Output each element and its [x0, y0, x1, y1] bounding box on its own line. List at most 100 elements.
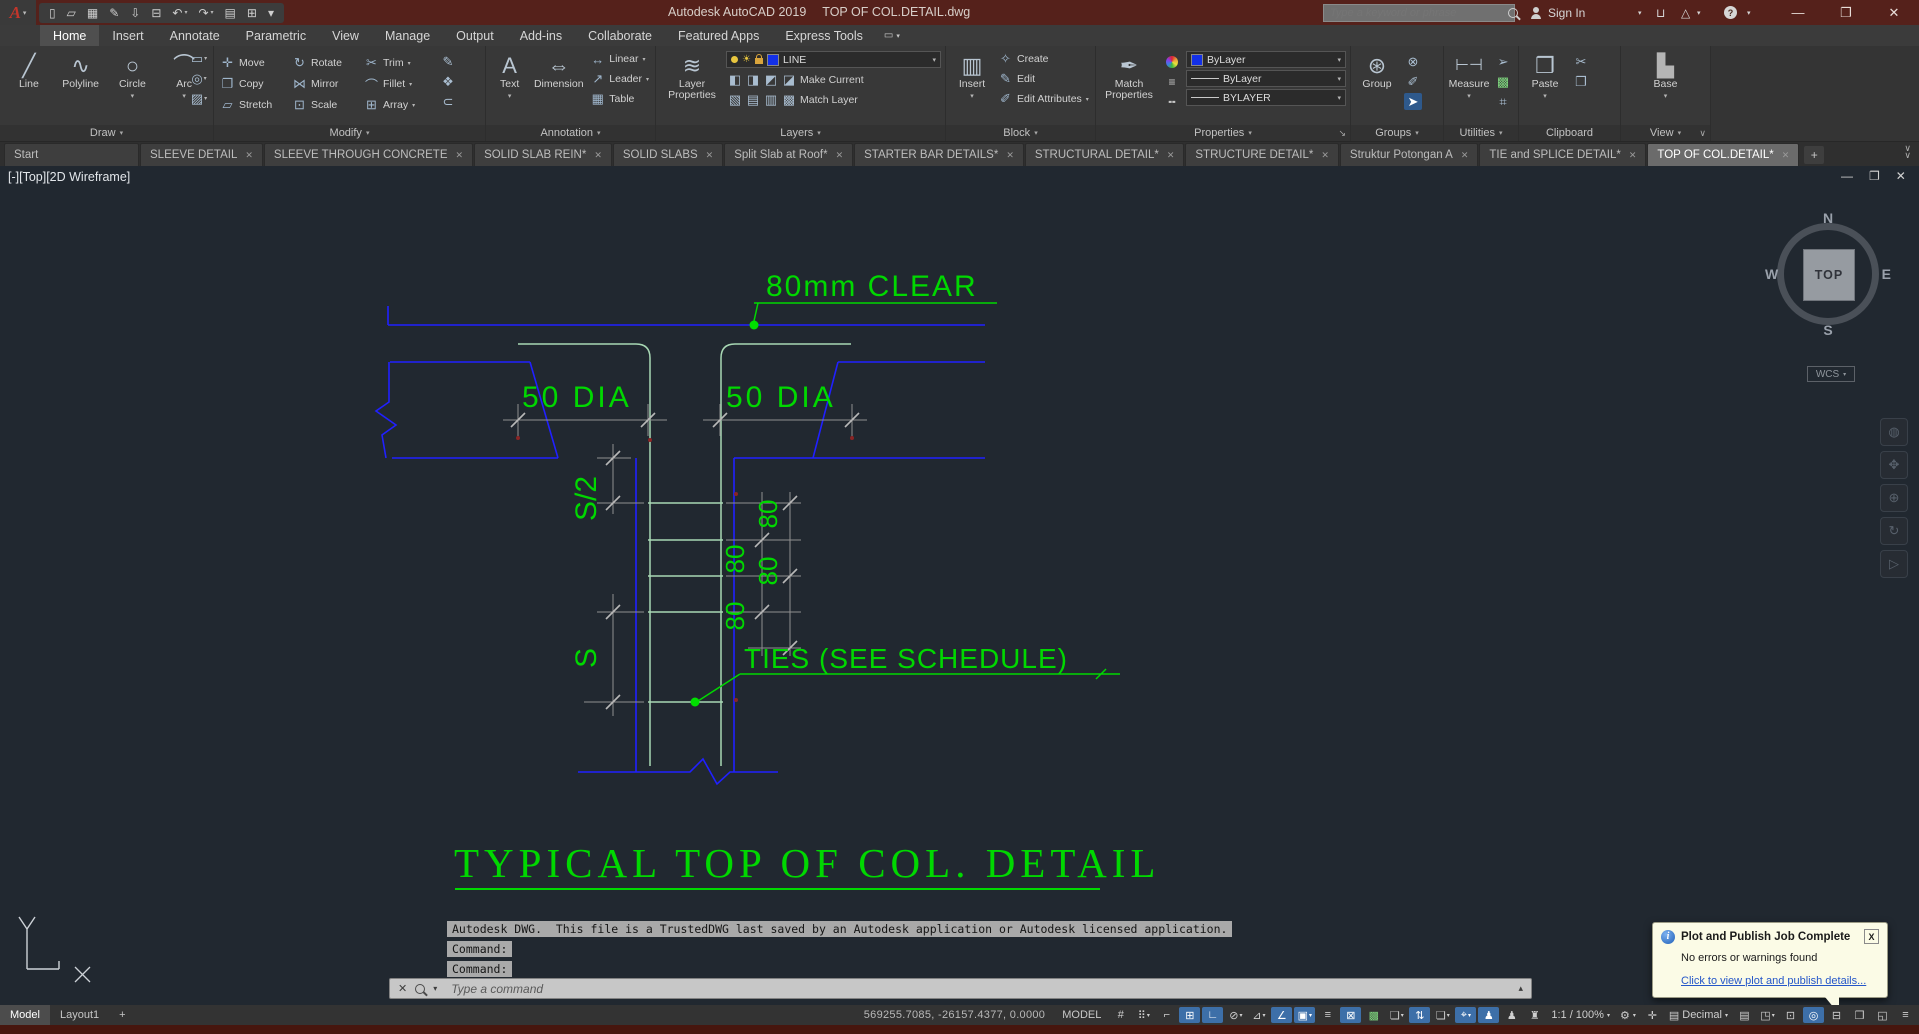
color-wheel-icon[interactable] — [1163, 53, 1181, 70]
zoom-icon[interactable]: ⊕ — [1880, 484, 1908, 512]
draw-tool-button[interactable]: ∿ Polyline — [56, 49, 106, 125]
ribbon-tab[interactable]: Manage — [372, 25, 443, 46]
qat-icon[interactable]: ⊟ — [151, 6, 161, 20]
draw-mini-button[interactable]: ◎ — [190, 70, 208, 87]
status-toggle-icon[interactable]: ⊘ — [1225, 1007, 1246, 1023]
close-tab-icon[interactable]: ✕ — [245, 150, 253, 161]
sign-in-button[interactable]: Sign In — [1548, 0, 1585, 25]
new-layout-button[interactable]: + — [109, 1005, 135, 1025]
notification-link[interactable]: Click to view plot and publish details..… — [1681, 975, 1866, 987]
restore-button[interactable]: ❐ — [1829, 0, 1863, 25]
status-toggle-icon[interactable]: ⊠ — [1340, 1007, 1362, 1023]
ribbon-tab[interactable]: View — [319, 25, 372, 46]
draw-mini-button[interactable]: ▨ — [190, 90, 208, 107]
layer-tool-icon[interactable]: ◨ — [744, 71, 762, 88]
modify-tool-button[interactable]: ⌒ Fillet — [362, 74, 434, 94]
file-tab[interactable]: STARTER BAR DETAILS* ✕ — [854, 143, 1024, 166]
lineweight-icon[interactable]: ≡ — [1163, 73, 1181, 90]
linetype-select[interactable]: ByLayer ▾ — [1186, 70, 1346, 87]
panel-label-clipboard[interactable]: Clipboard — [1519, 125, 1620, 141]
draw-tool-button[interactable]: ○ Circle — [108, 49, 158, 125]
status-toggle-icon[interactable]: ♜ — [1524, 1007, 1545, 1023]
panel-label-groups[interactable]: Groups ▾ — [1351, 125, 1443, 141]
ribbon-tab[interactable]: Home — [40, 25, 100, 46]
status-tool-icon[interactable]: ◳ — [1757, 1007, 1778, 1023]
command-search-icon[interactable] — [415, 983, 426, 994]
modify-tool-button[interactable]: ✛ Move — [218, 53, 290, 73]
layer-tool-icon[interactable]: ▤ — [744, 91, 762, 108]
paste-button[interactable]: ❒ Paste — [1523, 49, 1567, 125]
panel-label-draw[interactable]: Draw ▾ — [0, 125, 213, 141]
modify-tool-button[interactable]: ⋈ Mirror — [290, 74, 362, 94]
status-toggle-icon[interactable]: ⊿ — [1248, 1007, 1269, 1023]
command-input-placeholder[interactable]: Type a command — [451, 982, 543, 996]
qat-icon[interactable]: ▦ — [87, 6, 98, 20]
close-tab-icon[interactable]: ✕ — [1461, 150, 1469, 161]
text-button[interactable]: A Text — [490, 49, 529, 125]
search-input[interactable] — [1323, 4, 1515, 22]
file-tab[interactable]: TOP OF COL.DETAIL* ✕ — [1647, 143, 1800, 166]
command-expand-icon[interactable]: ▴ — [1518, 983, 1531, 994]
qat-icon[interactable]: ▯ — [49, 6, 56, 20]
modify-tool-button[interactable]: ⊞ Array — [362, 95, 434, 115]
status-toggle-icon[interactable]: ⇅ — [1409, 1007, 1431, 1023]
minimize-button[interactable]: — — [1781, 0, 1815, 25]
qat-icon[interactable]: ⇩ — [130, 6, 140, 20]
panel-label-layers[interactable]: Layers ▾ — [656, 125, 945, 141]
status-toggle-icon[interactable]: ▣ — [1294, 1007, 1316, 1023]
dialog-launcher-icon[interactable]: ↘ — [1338, 128, 1346, 139]
ribbon-tab[interactable]: Parametric — [233, 25, 319, 46]
status-tool-icon[interactable]: ⊟ — [1826, 1007, 1847, 1023]
app-store-cart-icon[interactable]: ⊔ — [1656, 0, 1665, 25]
autodesk-app-icon[interactable]: △ — [1681, 0, 1690, 25]
modify-tool-button[interactable]: ❐ Copy — [218, 74, 290, 94]
file-tab[interactable]: SOLID SLABS ✕ — [612, 143, 724, 166]
layout1-tab[interactable]: Layout1 — [50, 1005, 109, 1025]
wcs-selector[interactable]: WCS ▾ — [1807, 366, 1855, 382]
annotation-tool-button[interactable]: ↔ Linear — [588, 49, 651, 69]
panel-label-modify[interactable]: Modify ▾ — [214, 125, 485, 141]
status-toggle-icon[interactable]: ∟ — [1202, 1007, 1224, 1023]
lineweight-select[interactable]: BYLAYER ▾ — [1186, 89, 1346, 106]
draw-mini-button[interactable]: ▭ — [190, 50, 208, 67]
doc-restore-icon[interactable]: ❐ — [1869, 169, 1880, 183]
panel-expand-icon[interactable]: ∨ — [1699, 128, 1706, 139]
draw-tool-button[interactable]: ╱ Line — [4, 49, 54, 125]
panel-label-block[interactable]: Block ▾ — [946, 125, 1095, 141]
command-close-icon[interactable]: ✕ — [398, 982, 407, 995]
status-toggle-icon[interactable]: ⊞ — [1179, 1007, 1201, 1023]
ribbon-tab[interactable]: Add-ins — [507, 25, 575, 46]
utility-mini-button[interactable]: ➢ — [1494, 53, 1512, 70]
status-toggle-icon[interactable]: ❏ — [1432, 1007, 1453, 1023]
status-tool-icon[interactable]: ▤ — [1734, 1007, 1755, 1023]
tab-overflow-icon[interactable]: ∨ ∨ — [1904, 144, 1911, 160]
help-icon[interactable]: ? — [1724, 0, 1737, 25]
close-tab-icon[interactable]: ✕ — [706, 150, 714, 161]
modify-tool-button[interactable]: ↻ Rotate — [290, 53, 362, 73]
group-mini-button[interactable]: ⊗ — [1404, 53, 1422, 70]
close-tab-icon[interactable]: ✕ — [594, 150, 602, 161]
doc-minimize-icon[interactable]: — — [1841, 169, 1853, 183]
block-tool-button[interactable]: ✎ Edit — [996, 69, 1091, 89]
status-toggle-icon[interactable]: ≡ — [1317, 1007, 1338, 1023]
close-tab-icon[interactable]: ✕ — [1782, 150, 1790, 161]
status-toggle-icon[interactable]: ∠ — [1271, 1007, 1293, 1023]
isolate-objects-icon[interactable]: ✛ — [1642, 1007, 1663, 1023]
status-tool-icon[interactable]: ◎ — [1803, 1007, 1824, 1023]
ribbon-tab[interactable]: Output — [443, 25, 507, 46]
viewcube-top-face[interactable]: TOP — [1803, 249, 1855, 301]
ribbon-display-toggle[interactable]: ▭ ▾ — [884, 25, 900, 46]
close-tab-icon[interactable]: ✕ — [456, 150, 464, 161]
model-tab[interactable]: Model — [0, 1005, 50, 1025]
status-tool-icon[interactable]: ◱ — [1872, 1007, 1893, 1023]
status-toggle-icon[interactable]: ⠿ — [1133, 1007, 1154, 1023]
qat-icon[interactable]: ✎ — [109, 6, 119, 20]
panel-label-view[interactable]: View ▾ ∨ — [1621, 125, 1710, 141]
panel-label-properties[interactable]: Properties ▾ ↘ — [1096, 125, 1350, 141]
status-toggle-icon[interactable]: ⌖ — [1455, 1007, 1477, 1023]
command-line[interactable]: ✕ ▾ Type a command ▴ — [389, 978, 1532, 999]
qat-icon[interactable]: ▾ — [268, 6, 274, 20]
file-tab[interactable]: STRUCTURAL DETAIL* ✕ — [1024, 143, 1185, 166]
utility-mini-button[interactable]: ⌗ — [1494, 93, 1512, 110]
base-button[interactable]: ▙ Base — [1643, 49, 1689, 125]
